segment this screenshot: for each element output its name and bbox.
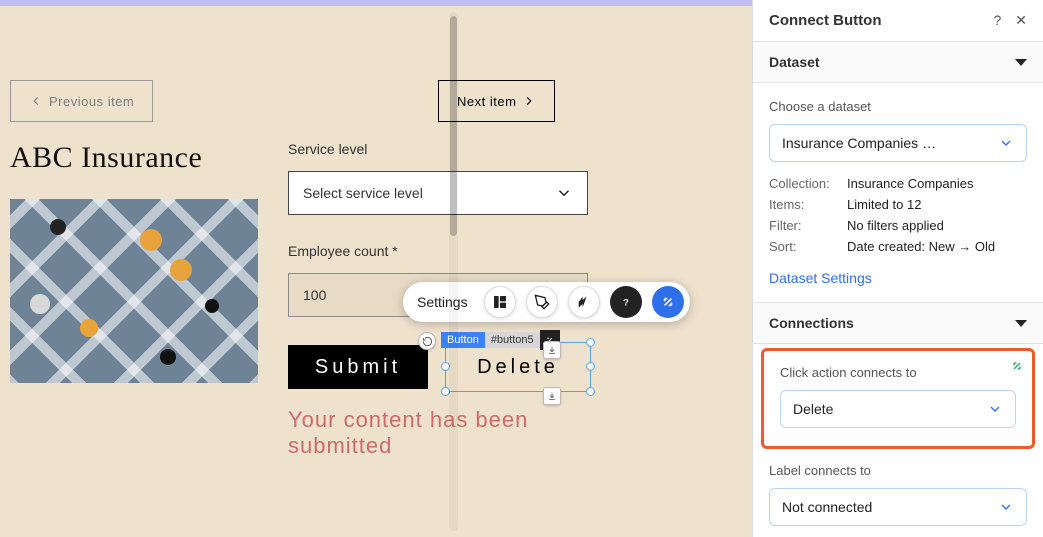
download-icon[interactable] xyxy=(543,341,561,359)
canvas-scrollbar[interactable] xyxy=(449,12,458,531)
filter-value: No filters applied xyxy=(847,218,944,233)
dataset-section-header[interactable]: Dataset xyxy=(753,41,1043,83)
success-message: Your content has been submitted xyxy=(288,407,598,459)
submit-button[interactable]: Submit xyxy=(288,345,428,389)
dataset-dropdown-value: Insurance Companies … xyxy=(782,135,936,151)
page-title: ABC Insurance xyxy=(10,141,258,175)
sort-value: Date created: New → Old xyxy=(847,239,995,254)
panel-title: Connect Button xyxy=(769,12,881,29)
chevron-down-icon xyxy=(998,135,1014,151)
caret-down-icon xyxy=(1015,320,1027,327)
click-action-dropdown[interactable]: Delete xyxy=(780,390,1016,428)
selection-type-badge: Button xyxy=(441,332,485,348)
animation-icon[interactable] xyxy=(568,286,600,318)
selection-id-badge: #button5 xyxy=(485,332,540,348)
connected-indicator-icon xyxy=(1010,359,1024,376)
employee-count-label: Employee count * xyxy=(288,243,598,259)
chevron-down-icon xyxy=(555,184,573,202)
design-icon[interactable] xyxy=(526,286,558,318)
layout-icon[interactable] xyxy=(484,286,516,318)
selection-tag: Button #button5 xyxy=(441,330,560,350)
close-icon[interactable]: ✕ xyxy=(1015,12,1027,29)
rotate-handle[interactable] xyxy=(418,332,436,350)
items-value: Limited to 12 xyxy=(847,197,921,212)
download-icon[interactable] xyxy=(543,387,561,405)
click-action-label: Click action connects to xyxy=(780,365,1016,380)
click-action-value: Delete xyxy=(793,401,833,417)
svg-text:?: ? xyxy=(623,297,629,307)
employee-count-value: 100 xyxy=(303,287,326,303)
previous-item-label: Previous item xyxy=(49,94,134,109)
collection-value: Insurance Companies xyxy=(847,176,973,191)
editor-canvas: Previous item Next item ABC Insurance Se… xyxy=(0,0,752,537)
connect-panel: Connect Button ? ✕ Dataset Choose a data… xyxy=(752,0,1043,537)
help-icon[interactable]: ? xyxy=(993,12,1001,29)
chevron-down-icon xyxy=(987,401,1003,417)
service-level-label: Service level xyxy=(288,141,598,157)
hero-image xyxy=(10,199,258,383)
dataset-settings-link[interactable]: Dataset Settings xyxy=(769,270,872,286)
choose-dataset-label: Choose a dataset xyxy=(769,99,1027,114)
help-icon[interactable]: ? xyxy=(610,286,642,318)
previous-item-button[interactable]: Previous item xyxy=(10,80,153,122)
chevron-down-icon xyxy=(998,499,1014,515)
click-action-highlight: Click action connects to Delete xyxy=(761,348,1035,449)
element-toolbar: Settings ? xyxy=(403,282,690,322)
next-item-label: Next item xyxy=(457,94,516,109)
label-connects-label: Label connects to xyxy=(769,463,1027,478)
connections-section-header[interactable]: Connections xyxy=(753,302,1043,344)
connect-data-icon[interactable] xyxy=(652,286,684,318)
dataset-dropdown[interactable]: Insurance Companies … xyxy=(769,124,1027,162)
service-level-value: Select service level xyxy=(303,185,423,201)
caret-down-icon xyxy=(1015,59,1027,66)
toolbar-settings-button[interactable]: Settings xyxy=(417,294,474,310)
service-level-select[interactable]: Select service level xyxy=(288,171,588,215)
label-connects-value: Not connected xyxy=(782,499,872,515)
label-connects-dropdown[interactable]: Not connected xyxy=(769,488,1027,526)
delete-button[interactable]: Delete xyxy=(448,345,588,389)
